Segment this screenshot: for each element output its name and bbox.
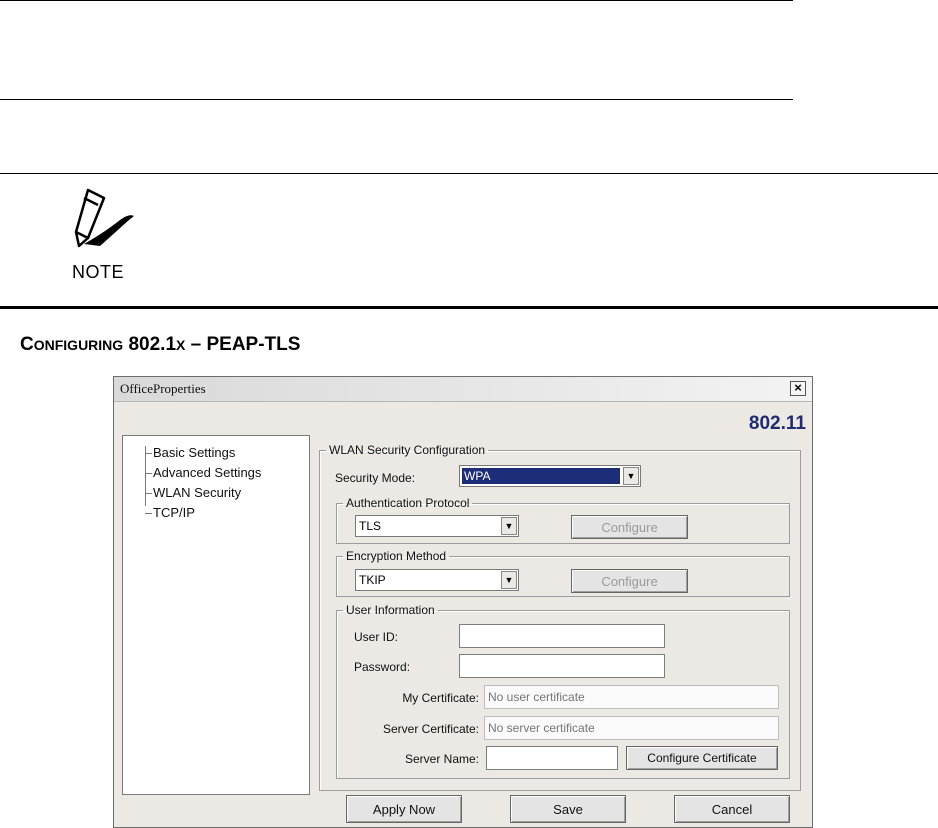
rule-2 bbox=[0, 99, 793, 100]
security-mode-value: WPA bbox=[462, 468, 620, 484]
settings-tree: Basic Settings Advanced Settings WLAN Se… bbox=[122, 435, 310, 795]
tree-connector bbox=[145, 513, 152, 514]
configure-certificate-button[interactable]: Configure Certificate bbox=[626, 746, 778, 770]
close-icon[interactable]: × bbox=[790, 381, 806, 396]
password-label: Password: bbox=[354, 660, 411, 674]
tree-item-wlan-security[interactable]: WLAN Security bbox=[153, 485, 241, 500]
window-title: OfficeProperties bbox=[120, 381, 206, 396]
chevron-down-icon[interactable]: ▼ bbox=[623, 467, 639, 485]
user-id-input[interactable] bbox=[459, 624, 665, 648]
tree-item-basic-settings[interactable]: Basic Settings bbox=[153, 445, 235, 460]
my-certificate-label: My Certificate: bbox=[402, 691, 479, 705]
top-rule bbox=[0, 0, 793, 1]
security-mode-label: Security Mode: bbox=[335, 471, 416, 485]
save-button[interactable]: Save bbox=[510, 795, 626, 823]
server-certificate-field[interactable] bbox=[484, 716, 779, 740]
auth-protocol-select[interactable]: TLS ▼ bbox=[355, 515, 519, 537]
my-certificate-field[interactable] bbox=[484, 685, 779, 709]
encryption-method-select[interactable]: TKIP ▼ bbox=[355, 569, 519, 591]
security-mode-select[interactable]: WPA ▼ bbox=[459, 465, 641, 487]
auth-protocol-legend: Authentication Protocol bbox=[346, 496, 470, 510]
section-title: CONFIGURING 802.1X – PEAP-TLS bbox=[20, 334, 301, 355]
note-label: NOTE bbox=[72, 262, 125, 282]
tree-connector bbox=[145, 453, 152, 454]
tree-item-tcpip[interactable]: TCP/IP bbox=[153, 505, 195, 520]
tree-item-advanced-settings[interactable]: Advanced Settings bbox=[153, 465, 261, 480]
server-name-input[interactable] bbox=[486, 746, 618, 770]
pencil-note-icon bbox=[74, 188, 134, 248]
tree-connector bbox=[145, 446, 146, 506]
user-id-label: User ID: bbox=[354, 630, 399, 644]
user-information-legend: User Information bbox=[346, 603, 435, 617]
rule-3 bbox=[0, 173, 938, 174]
wlan-security-legend: WLAN Security Configuration bbox=[329, 443, 486, 457]
encryption-configure-button[interactable]: Configure bbox=[571, 569, 688, 593]
server-certificate-label: Server Certificate: bbox=[382, 722, 479, 736]
cancel-button[interactable]: Cancel bbox=[674, 795, 790, 823]
office-properties-window: OfficeProperties × 802.11 Basic Settings… bbox=[113, 376, 813, 828]
chevron-down-icon[interactable]: ▼ bbox=[501, 517, 517, 535]
chevron-down-icon[interactable]: ▼ bbox=[501, 571, 517, 589]
password-input[interactable] bbox=[459, 654, 665, 678]
apply-now-button[interactable]: Apply Now bbox=[346, 795, 462, 823]
note-bottom-rule bbox=[0, 306, 938, 309]
server-name-label: Server Name: bbox=[404, 752, 479, 766]
auth-protocol-value: TLS bbox=[359, 519, 382, 533]
encryption-method-value: TKIP bbox=[359, 573, 386, 587]
encryption-method-legend: Encryption Method bbox=[346, 549, 447, 563]
brand-label: 802.11 bbox=[748, 413, 806, 434]
auth-configure-button[interactable]: Configure bbox=[571, 515, 688, 539]
title-bar[interactable]: OfficeProperties × bbox=[114, 377, 812, 402]
tree-connector bbox=[145, 493, 152, 494]
tree-connector bbox=[145, 473, 152, 474]
